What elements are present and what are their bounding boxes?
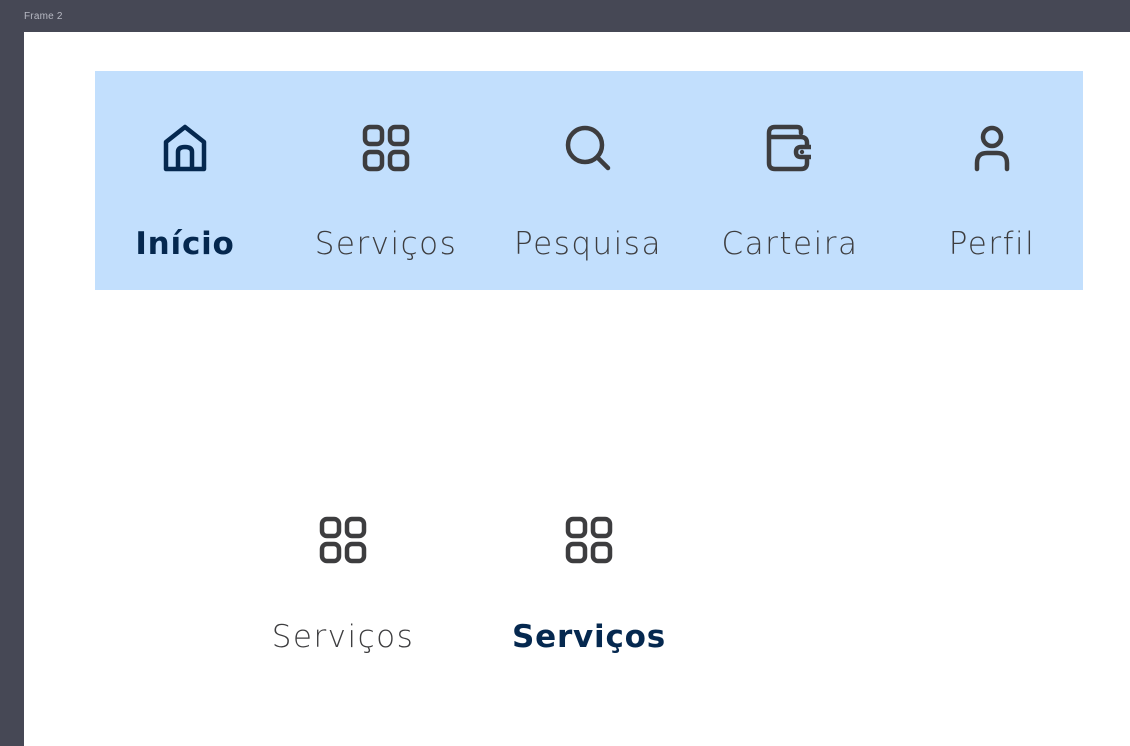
nav-label-perfil: Perfil [948,226,1036,262]
wallet-icon [763,121,817,175]
grid-icon [359,121,413,175]
frame-canvas: Início Serviços Pesquisa Carteira Perfil… [24,32,1130,746]
user-icon [965,121,1019,175]
nav-item-pesquisa[interactable]: Pesquisa [488,71,688,290]
search-icon [561,121,615,175]
variant-label-active: Serviços [512,619,666,655]
grid-icon [562,513,616,567]
home-icon [158,121,212,175]
nav-label-inicio: Início [135,226,235,262]
grid-icon [316,513,370,567]
nav-item-perfil[interactable]: Perfil [892,71,1092,290]
servicos-variant-active[interactable]: Serviços [489,505,689,665]
bottom-navigation-bar: Início Serviços Pesquisa Carteira Perfil [95,71,1083,290]
nav-label-servicos: Serviços [314,226,458,262]
nav-item-inicio[interactable]: Início [85,71,285,290]
nav-label-pesquisa: Pesquisa [514,226,662,262]
frame-label[interactable]: Frame 2 [24,11,63,22]
nav-item-carteira[interactable]: Carteira [690,71,890,290]
nav-item-servicos[interactable]: Serviços [286,71,486,290]
nav-label-carteira: Carteira [721,226,859,262]
servicos-variant-default[interactable]: Serviços [243,505,443,665]
variant-label-default: Serviços [271,619,415,655]
